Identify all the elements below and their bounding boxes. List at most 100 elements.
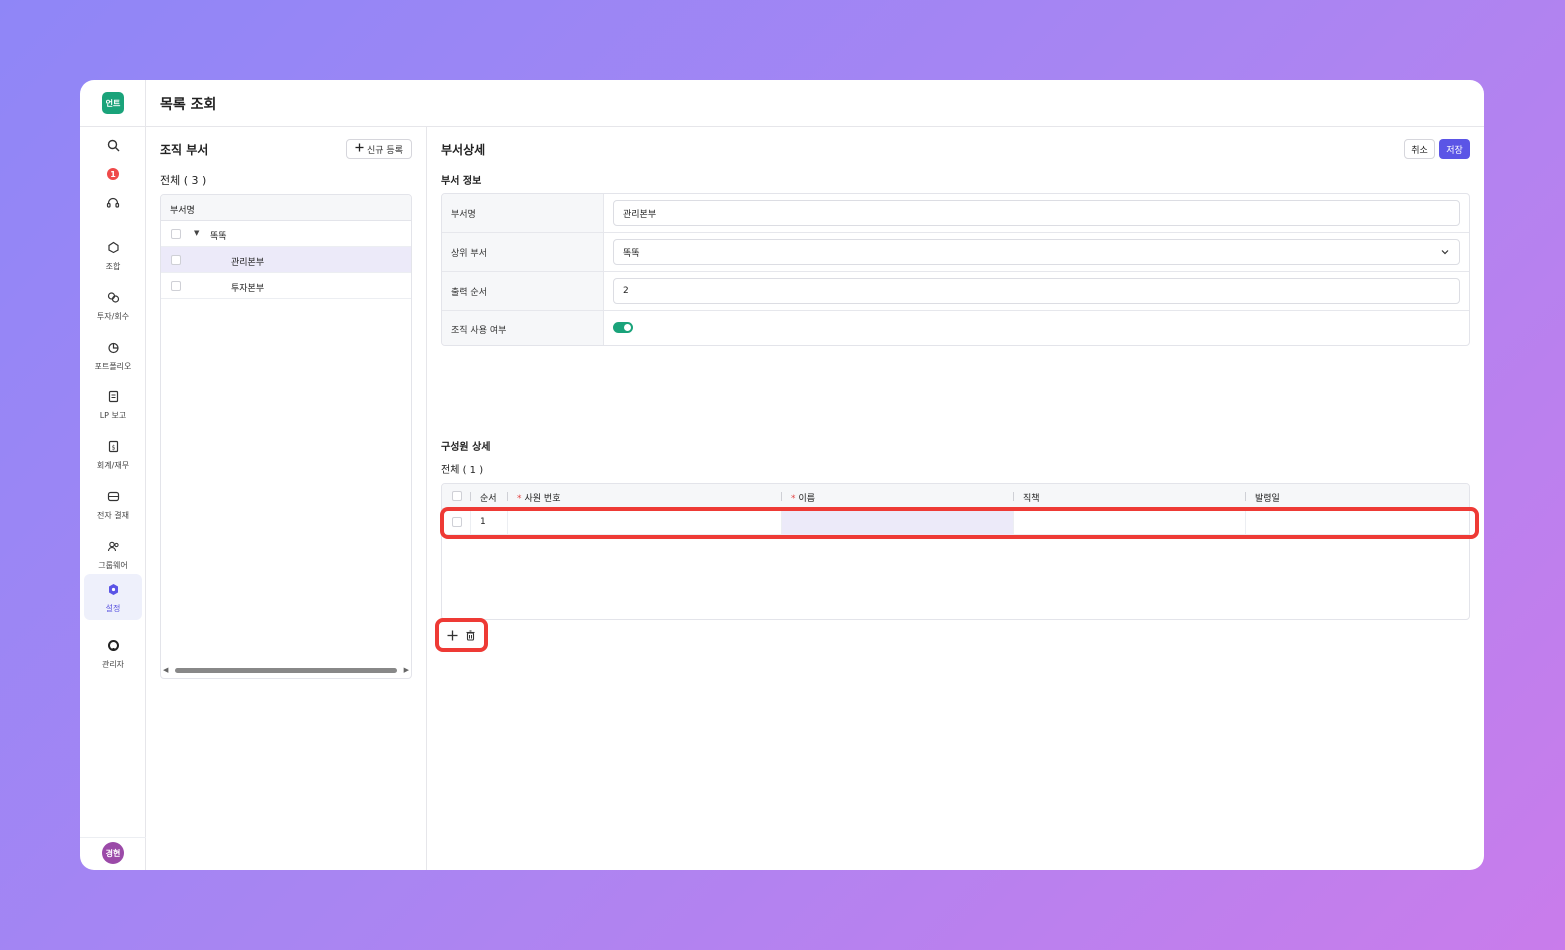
search-icon[interactable] [102,136,124,154]
grid-header: 순서 * 사원 번호 * 이름 직책 발령일 [442,484,1469,509]
nav-item-settings[interactable]: 설정 [84,574,142,620]
department-tree: 부서명 ▼ 똑똑 관리본부 투자본부 ◀ ▶ [160,194,412,679]
parent-department-select[interactable]: 똑똑 [613,239,1460,265]
report-icon [107,388,120,407]
app-window: 언트 1 조합 투자/회수 포트폴리오 LP 보고 $ 회계/재무 전자 결재 … [80,80,1484,870]
form-row-active: 조직 사용 여부 [442,311,1469,345]
new-department-button[interactable]: 신규 등록 [346,139,412,159]
nav-label: 전자 결재 [97,510,129,520]
select-value: 똑똑 [623,248,640,259]
field-label: 부서명 [442,194,604,232]
department-info-form: 부서명 관리본부 상위 부서 똑똑 출력 순서 2 조직 사용 여부 [441,193,1470,346]
row-checkbox[interactable] [171,255,181,265]
department-tree-panel: 조직 부서 신규 등록 전체 ( 3 ) 부서명 ▼ 똑똑 관리본부 투자본부 … [146,127,427,870]
active-toggle[interactable] [613,322,633,333]
section-title: 부서 정보 [441,176,482,187]
column-header-date[interactable]: 발령일 [1255,491,1280,504]
tree-row[interactable]: 관리본부 [161,247,411,273]
admin-icon [107,637,120,656]
nav-item-lp-report[interactable]: LP 보고 [84,381,142,427]
horizontal-scrollbar[interactable]: ◀ ▶ [163,666,409,674]
field-label: 출력 순서 [442,272,604,310]
topbar: 목록 조회 [146,80,1484,127]
display-order-input[interactable]: 2 [613,278,1460,304]
cancel-button[interactable]: 취소 [1404,139,1435,159]
section-title: 구성원 상세 [441,442,491,453]
row-checkbox[interactable] [171,229,181,239]
approval-icon [107,488,120,507]
tree-item-label: 똑똑 [210,232,227,242]
form-row-parent: 상위 부서 똑똑 [442,233,1469,272]
page-title: 목록 조회 [160,97,217,113]
tree-item-label: 투자본부 [231,284,265,294]
scroll-right-icon[interactable]: ▶ [404,666,409,674]
notification-icon[interactable]: 1 [102,165,124,183]
members-count: 전체 ( 1 ) [441,465,484,476]
sidebar: 언트 1 조합 투자/회수 포트폴리오 LP 보고 $ 회계/재무 전자 결재 … [80,80,146,870]
form-row-name: 부서명 관리본부 [442,194,1469,233]
form-row-order: 출력 순서 2 [442,272,1469,311]
caret-down-icon[interactable]: ▼ [194,229,199,237]
column-divider [1245,492,1246,501]
nav-label: 그룹웨어 [98,560,128,570]
nav-item-admin[interactable]: 관리자 [84,630,142,676]
nav-label: LP 보고 [99,410,127,420]
nav-item-portfolio[interactable]: 포트폴리오 [84,332,142,378]
column-header-emp-no[interactable]: * 사원 번호 [517,491,560,504]
column-divider [470,492,471,501]
panel-title: 조직 부서 [160,143,209,157]
sidebar-divider [80,126,146,127]
new-button-label: 신규 등록 [367,145,403,156]
nav-item-groupware[interactable]: 그룹웨어 [84,531,142,577]
avatar[interactable]: 경현 [102,842,124,864]
scrollbar-thumb[interactable] [175,668,397,673]
field-label: 상위 부서 [442,233,604,271]
department-detail-panel: 부서상세 취소 저장 부서 정보 부서명 관리본부 상위 부서 똑똑 출력 순서… [427,127,1484,870]
nav-item-approval[interactable]: 전자 결재 [84,481,142,527]
plus-icon [355,143,364,155]
investment-icon [107,289,120,308]
tree-item-label: 관리본부 [231,258,265,268]
nav-label: 회계/재무 [96,460,130,470]
trash-icon[interactable] [465,629,477,641]
row-highlight-annotation [440,507,1479,539]
portfolio-icon [107,339,120,358]
settings-icon [107,581,120,600]
nav-label: 관리자 [101,659,125,669]
nav-item-investment[interactable]: 투자/회수 [84,282,142,328]
row-tools [435,618,488,652]
department-count: 전체 ( 3 ) [160,174,207,187]
nav-label: 조합 [105,261,121,271]
field-label: 조직 사용 여부 [442,311,604,345]
groupware-icon [107,538,120,557]
column-header-order[interactable]: 순서 [480,491,497,504]
members-grid: 순서 * 사원 번호 * 이름 직책 발령일 1 [441,483,1470,620]
nav-label: 설정 [105,603,121,613]
tree-row[interactable]: ▼ 똑똑 [161,221,411,247]
accounting-icon: $ [107,438,120,457]
column-header-name[interactable]: * 이름 [791,491,815,504]
tree-column-header: 부서명 [161,195,411,221]
app-logo[interactable]: 언트 [102,92,124,114]
chevron-down-icon [1441,248,1449,256]
headset-icon[interactable] [102,194,124,212]
notification-badge: 1 [107,168,119,180]
scroll-left-icon[interactable]: ◀ [163,666,168,674]
column-divider [507,492,508,501]
column-divider [781,492,782,501]
save-button[interactable]: 저장 [1439,139,1470,159]
tree-row[interactable]: 투자본부 [161,273,411,299]
column-header-position[interactable]: 직책 [1023,491,1040,504]
column-divider [1013,492,1014,501]
svg-text:$: $ [111,444,115,451]
select-all-checkbox[interactable] [452,491,462,501]
panel-title: 부서상세 [441,143,486,157]
nav-label: 투자/회수 [96,311,130,321]
sidebar-divider [80,837,146,838]
department-name-input[interactable]: 관리본부 [613,200,1460,226]
nav-item-accounting[interactable]: $ 회계/재무 [84,431,142,477]
nav-label: 포트폴리오 [94,361,132,371]
add-row-icon[interactable] [447,629,459,641]
nav-item-union[interactable]: 조합 [84,232,142,278]
row-checkbox[interactable] [171,281,181,291]
